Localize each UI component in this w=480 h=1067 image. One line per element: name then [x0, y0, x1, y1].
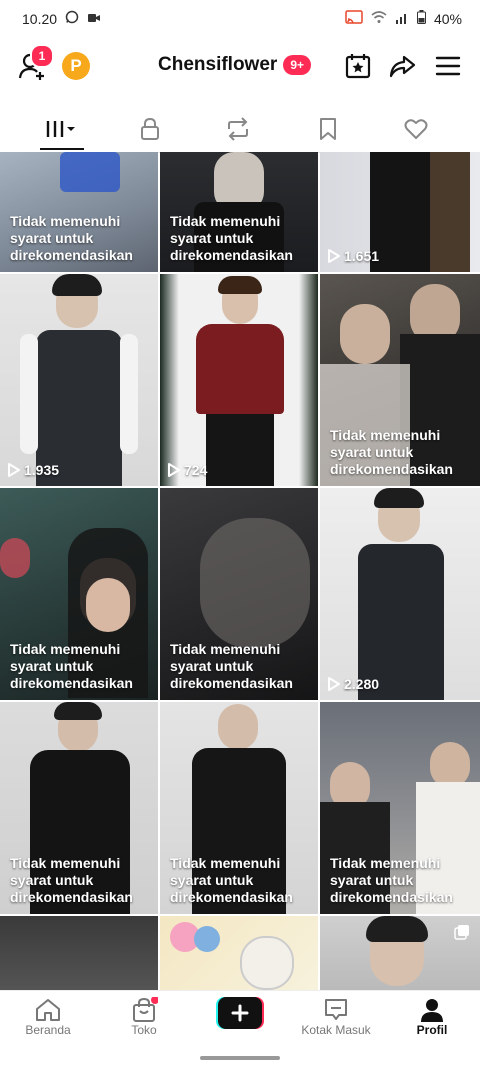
notification-badge: 1	[30, 44, 54, 68]
repost-icon	[228, 117, 248, 141]
calendar-star-button[interactable]	[344, 52, 372, 80]
video-thumbnail[interactable]: Tidak memenuhi syarat untuk direkomendas…	[0, 152, 158, 272]
profile-header: 1 P Chensiflower 9+	[0, 40, 480, 96]
video-thumbnail[interactable]: Tidak memenuhi syarat untuk direkomendas…	[320, 702, 480, 914]
video-thumbnail[interactable]: Tidak memenuhi syarat untuk direkomendas…	[160, 702, 318, 914]
calendar-star-icon	[345, 54, 371, 79]
share-arrow-icon	[389, 55, 416, 78]
video-thumbnail[interactable]: Tidak memenuhi syarat untuk direkomendas…	[160, 488, 318, 700]
heart-icon	[404, 119, 428, 139]
hamburger-menu-icon	[435, 56, 461, 76]
bookmark-icon	[320, 118, 336, 140]
profile-tabs	[0, 108, 480, 153]
home-icon	[36, 999, 60, 1021]
wifi-icon	[371, 10, 387, 27]
not-recommended-label: Tidak memenuhi syarat untuk direkomendas…	[330, 855, 453, 905]
username[interactable]: Chensiflower	[158, 54, 277, 76]
battery-icon	[416, 10, 426, 27]
inbox-icon	[325, 999, 347, 1020]
video-thumbnail[interactable]: Tidak memenuhi syarat untuk direkomendas…	[160, 152, 318, 272]
video-thumbnail[interactable]: Tidak memenuhi syarat untuk direkomendas…	[0, 488, 158, 700]
not-recommended-label: Tidak memenuhi syarat untuk direkomendas…	[10, 213, 133, 263]
tab-reposts[interactable]	[208, 108, 268, 150]
view-count: 1.935	[8, 462, 59, 478]
video-thumbnail[interactable]	[160, 916, 318, 990]
tab-private[interactable]	[120, 108, 180, 150]
video-thumbnail[interactable]: 724	[160, 274, 318, 486]
status-bar: 10.20 40%	[0, 0, 480, 36]
tab-liked[interactable]	[386, 108, 446, 150]
status-time: 10.20	[22, 10, 58, 27]
menu-button[interactable]	[434, 52, 462, 80]
profile-icon	[421, 999, 443, 1022]
active-tab-indicator	[40, 148, 84, 150]
video-camera-icon	[87, 11, 101, 27]
video-thumbnail[interactable]: 1.935	[0, 274, 158, 486]
battery-percent: 40%	[433, 10, 462, 27]
home-indicator	[200, 1056, 280, 1060]
nav-shop[interactable]: Toko	[104, 997, 184, 1037]
view-count: 1.651	[328, 248, 379, 264]
username-wrap[interactable]: Chensiflower 9+	[158, 54, 311, 76]
tab-videos[interactable]	[32, 108, 92, 150]
view-count: 724	[168, 462, 207, 478]
coin-button[interactable]: P	[62, 52, 90, 80]
not-recommended-label: Tidak memenuhi syarat untuk direkomendas…	[170, 855, 293, 905]
account-badge: 9+	[283, 55, 311, 75]
tab-favorites[interactable]	[298, 108, 358, 150]
play-icon	[8, 463, 20, 477]
video-thumbnail[interactable]: 1.651	[320, 152, 480, 272]
create-button[interactable]	[216, 997, 264, 1029]
nav-profile[interactable]: Profil	[392, 997, 472, 1037]
not-recommended-label: Tidak memenuhi syarat untuk direkomendas…	[10, 641, 133, 691]
not-recommended-label: Tidak memenuhi syarat untuk direkomendas…	[10, 855, 133, 905]
view-count: 2.280	[328, 676, 379, 692]
signal-icon	[395, 11, 409, 27]
share-button[interactable]	[388, 52, 416, 80]
nav-home[interactable]: Beranda	[8, 997, 88, 1037]
whatsapp-icon	[65, 10, 79, 27]
play-icon	[328, 677, 340, 691]
not-recommended-label: Tidak memenuhi syarat untuk direkomendas…	[170, 213, 293, 263]
nav-inbox[interactable]: Kotak Masuk	[296, 997, 376, 1037]
grid-icon	[46, 121, 75, 137]
not-recommended-label: Tidak memenuhi syarat untuk direkomendas…	[170, 641, 293, 691]
video-thumbnail[interactable]	[320, 916, 480, 990]
lock-icon	[141, 117, 159, 140]
video-thumbnail[interactable]: Tidak memenuhi syarat untuk direkomendas…	[320, 274, 480, 486]
plus-icon	[216, 997, 264, 1029]
video-thumbnail[interactable]: 2.280	[320, 488, 480, 700]
shopping-bag-icon	[133, 997, 158, 1022]
not-recommended-label: Tidak memenuhi syarat untuk direkomendas…	[330, 427, 453, 477]
play-icon	[168, 463, 180, 477]
play-icon	[328, 249, 340, 263]
multi-photo-icon	[454, 924, 470, 940]
video-grid: Tidak memenuhi syarat untuk direkomendas…	[0, 152, 480, 990]
video-thumbnail[interactable]	[0, 916, 158, 990]
cast-icon	[345, 10, 363, 27]
video-thumbnail[interactable]: Tidak memenuhi syarat untuk direkomendas…	[0, 702, 158, 914]
